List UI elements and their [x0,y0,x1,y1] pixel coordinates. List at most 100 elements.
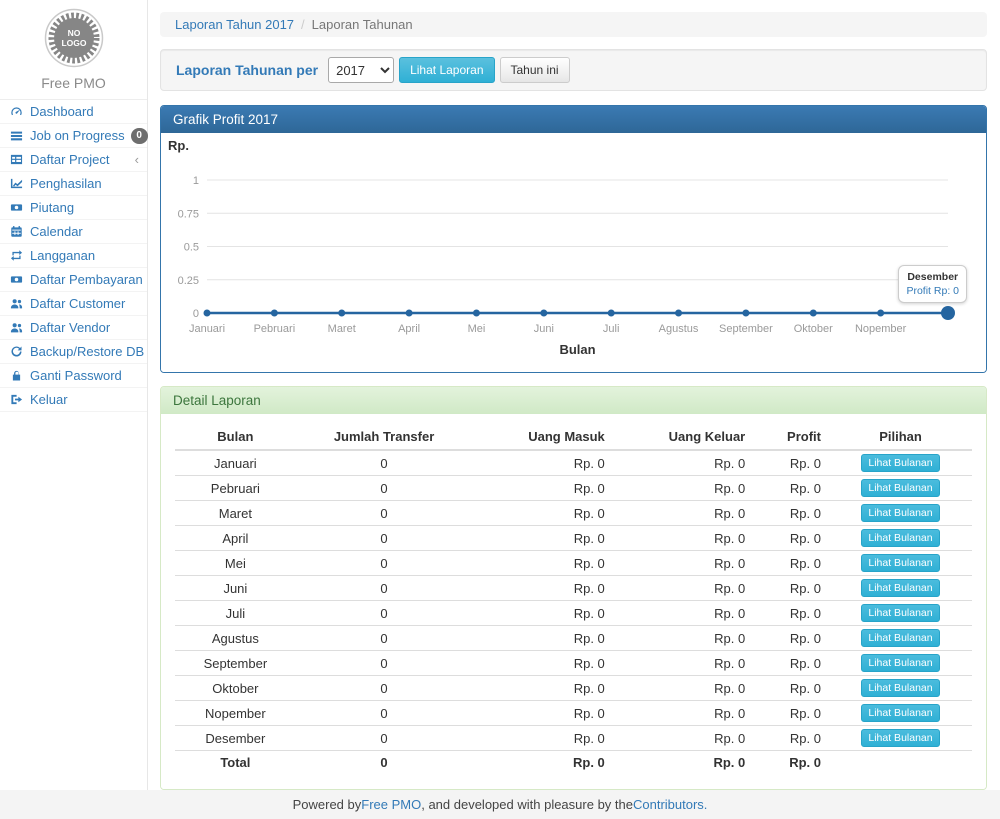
report-table: BulanJumlah TransferUang MasukUang Kelua… [175,424,972,775]
cell-pilihan: Lihat Bulanan [829,626,972,651]
lihat-bulanan-button[interactable]: Lihat Bulanan [861,629,939,647]
cell-jumlah-transfer: 0 [296,751,473,775]
cell-profit: Rp. 0 [753,626,829,651]
sidebar-item-keluar[interactable]: Keluar [0,388,147,412]
sidebar-item-piutang[interactable]: Piutang [0,196,147,220]
cell-jumlah-transfer: 0 [296,501,473,526]
svg-text:Bulan: Bulan [559,342,595,357]
table-icon [9,153,24,166]
sidebar-item-penghasilan[interactable]: Penghasilan [0,172,147,196]
lihat-bulanan-button[interactable]: Lihat Bulanan [861,729,939,747]
cell-bulan: September [175,651,296,676]
sign-out-icon [9,393,24,406]
svg-text:Agustus: Agustus [659,323,699,335]
column-header: Uang Keluar [613,424,753,450]
money-icon [9,201,24,214]
page: NO LOGO Free PMO Dashboard Job on Progre… [0,0,1000,790]
table-row: Desember0Rp. 0Rp. 0Rp. 0Lihat Bulanan [175,726,972,751]
cell-bulan: Oktober [175,676,296,701]
footer: Powered by Free PMO, and developed with … [0,790,1000,819]
svg-text:Mei: Mei [468,323,486,335]
column-header: Profit [753,424,829,450]
cell-profit: Rp. 0 [753,551,829,576]
lihat-bulanan-button[interactable]: Lihat Bulanan [861,679,939,697]
lihat-bulanan-button[interactable]: Lihat Bulanan [861,529,939,547]
cell-jumlah-transfer: 0 [296,450,473,476]
cell-uang-masuk: Rp. 0 [472,676,612,701]
sidebar-item-daftar-pembayaran[interactable]: Daftar Pembayaran [0,268,147,292]
sidebar-item-ganti-password[interactable]: Ganti Password [0,364,147,388]
lihat-bulanan-button[interactable]: Lihat Bulanan [861,704,939,722]
contributors-link[interactable]: Contributors. [633,797,707,812]
lihat-bulanan-button[interactable]: Lihat Bulanan [861,504,939,522]
cell-uang-masuk: Rp. 0 [472,450,612,476]
free-pmo-link[interactable]: Free PMO [361,797,421,812]
sidebar-item-calendar[interactable]: Calendar [0,220,147,244]
breadcrumb-link[interactable]: Laporan Tahun 2017 [175,17,294,32]
table-row: Agustus0Rp. 0Rp. 0Rp. 0Lihat Bulanan [175,626,972,651]
table-row: Nopember0Rp. 0Rp. 0Rp. 0Lihat Bulanan [175,701,972,726]
lihat-bulanan-button[interactable]: Lihat Bulanan [861,554,939,572]
svg-text:Juni: Juni [534,323,554,335]
sidebar-item-daftar-vendor[interactable]: Daftar Vendor [0,316,147,340]
sidebar-item-label: Daftar Pembayaran [30,272,143,287]
cell-pilihan: Lihat Bulanan [829,551,972,576]
chart-panel-title: Grafik Profit 2017 [161,106,986,133]
cell-bulan: Januari [175,450,296,476]
sidebar-item-backup-restore-db[interactable]: Backup/Restore DB [0,340,147,364]
year-select[interactable]: 2017 [328,57,394,83]
cell-uang-keluar: Rp. 0 [613,551,753,576]
sidebar-item-job-on-progress[interactable]: Job on Progress 0 [0,124,147,148]
cell-uang-masuk: Rp. 0 [472,701,612,726]
sidebar-item-label: Daftar Vendor [30,320,110,335]
cell-pilihan: Lihat Bulanan [829,651,972,676]
lihat-laporan-button[interactable]: Lihat Laporan [399,57,494,83]
sidebar-item-langganan[interactable]: Langganan [0,244,147,268]
report-table-body: Januari0Rp. 0Rp. 0Rp. 0Lihat BulananPebr… [175,450,972,775]
table-row: Januari0Rp. 0Rp. 0Rp. 0Lihat Bulanan [175,450,972,476]
svg-text:Maret: Maret [328,323,356,335]
table-header-row: BulanJumlah TransferUang MasukUang Kelua… [175,424,972,450]
users-icon [9,321,24,334]
svg-text:0.75: 0.75 [178,208,199,220]
sidebar-item-dashboard[interactable]: Dashboard [0,100,147,124]
total-row: Total0Rp. 0Rp. 0Rp. 0 [175,751,972,775]
cell-uang-keluar: Rp. 0 [613,576,753,601]
cell-uang-masuk: Rp. 0 [472,751,612,775]
chart-tooltip: Desember Profit Rp: 0 [898,265,967,303]
table-row: Maret0Rp. 0Rp. 0Rp. 0Lihat Bulanan [175,501,972,526]
lihat-bulanan-button[interactable]: Lihat Bulanan [861,579,939,597]
calendar-icon [9,225,24,238]
svg-text:0.5: 0.5 [184,242,199,254]
svg-text:0.25: 0.25 [178,275,199,287]
cell-profit: Rp. 0 [753,651,829,676]
column-header: Bulan [175,424,296,450]
lihat-bulanan-button[interactable]: Lihat Bulanan [861,454,939,472]
cell-pilihan: Lihat Bulanan [829,476,972,501]
cell-bulan: Nopember [175,701,296,726]
cell-uang-masuk: Rp. 0 [472,526,612,551]
sidebar-item-daftar-project[interactable]: Daftar Project ‹ [0,148,147,172]
table-row: Mei0Rp. 0Rp. 0Rp. 0Lihat Bulanan [175,551,972,576]
lihat-bulanan-button[interactable]: Lihat Bulanan [861,654,939,672]
detail-panel-body: BulanJumlah TransferUang MasukUang Kelua… [161,414,986,789]
cell-profit: Rp. 0 [753,601,829,626]
lihat-bulanan-button[interactable]: Lihat Bulanan [861,604,939,622]
cell-uang-masuk: Rp. 0 [472,726,612,751]
cell-bulan: Maret [175,501,296,526]
sidebar-item-label: Daftar Customer [30,296,125,311]
sidebar: NO LOGO Free PMO Dashboard Job on Progre… [0,0,148,790]
breadcrumb: Laporan Tahun 2017/Laporan Tahunan [160,12,987,37]
svg-text:0: 0 [193,308,199,320]
filter-label: Laporan Tahunan per [176,62,318,78]
retweet-icon [9,249,24,262]
table-row: Oktober0Rp. 0Rp. 0Rp. 0Lihat Bulanan [175,676,972,701]
cell-uang-keluar: Rp. 0 [613,676,753,701]
lihat-bulanan-button[interactable]: Lihat Bulanan [861,479,939,497]
cell-uang-keluar: Rp. 0 [613,701,753,726]
cell-jumlah-transfer: 0 [296,526,473,551]
cell-bulan: Juni [175,576,296,601]
sidebar-item-daftar-customer[interactable]: Daftar Customer [0,292,147,316]
no-logo-badge-icon: NO LOGO [44,8,104,68]
tahun-ini-button[interactable]: Tahun ini [500,57,570,83]
